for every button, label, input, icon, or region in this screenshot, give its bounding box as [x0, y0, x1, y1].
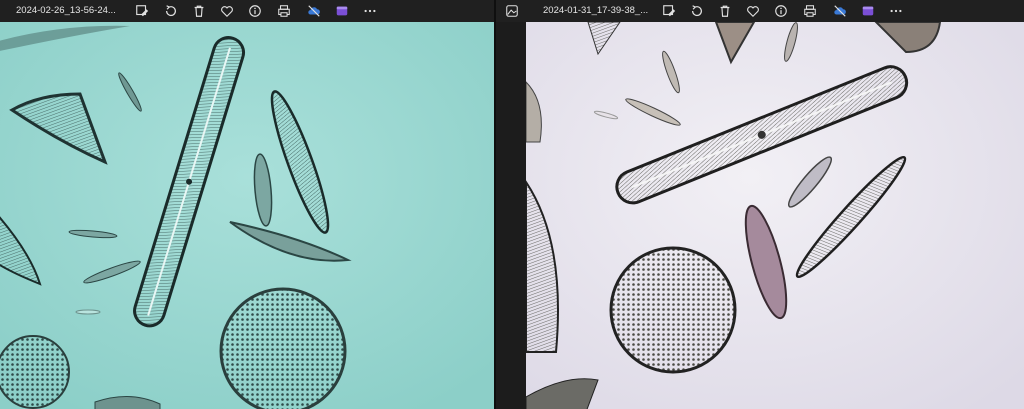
favorite-heart-icon[interactable] [219, 3, 235, 19]
info-icon[interactable] [247, 3, 263, 19]
edit-image-icon[interactable] [134, 3, 150, 19]
file-name: 2024-01-31_17-39-38_... [543, 5, 649, 16]
delete-icon[interactable] [717, 3, 733, 19]
clipchamp-icon[interactable] [860, 3, 876, 19]
toolbar: 2024-01-31_17-39-38_... [496, 0, 1024, 22]
photo-viewer-window-right: 2024-01-31_17-39-38_... [496, 0, 1024, 409]
photo-canvas[interactable] [526, 22, 1024, 409]
toolbar: 2024-02-26_13-56-24... [0, 0, 496, 22]
edit-image-icon[interactable] [661, 3, 677, 19]
delete-icon[interactable] [191, 3, 207, 19]
photo-canvas[interactable] [0, 22, 496, 409]
cloud-sync-off-icon[interactable] [306, 3, 322, 19]
more-options-icon[interactable] [888, 3, 904, 19]
photo-viewer-window-left: 2024-02-26_13-56-24... [0, 0, 496, 409]
cloud-sync-off-icon[interactable] [832, 3, 848, 19]
diatom-micrograph-lavender [526, 22, 1024, 409]
file-name: 2024-02-26_13-56-24... [16, 5, 116, 16]
info-icon[interactable] [773, 3, 789, 19]
clipchamp-icon[interactable] [334, 3, 350, 19]
rotate-icon[interactable] [163, 3, 179, 19]
more-options-icon[interactable] [362, 3, 378, 19]
print-icon[interactable] [802, 3, 818, 19]
diatom-micrograph-teal [0, 22, 496, 409]
rotate-icon[interactable] [689, 3, 705, 19]
print-icon[interactable] [276, 3, 292, 19]
gallery-icon[interactable] [504, 3, 520, 19]
favorite-heart-icon[interactable] [745, 3, 761, 19]
